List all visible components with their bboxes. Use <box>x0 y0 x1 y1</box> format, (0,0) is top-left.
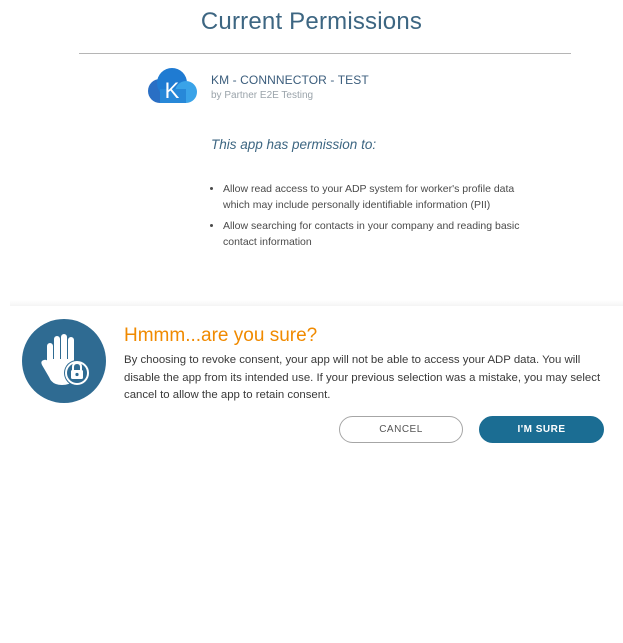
permission-item: Allow read access to your ADP system for… <box>223 181 523 213</box>
dialog-message: By choosing to revoke consent, your app … <box>124 354 601 401</box>
top-divider <box>79 53 571 54</box>
app-logo-icon: K <box>148 68 197 103</box>
app-name: KM - CONNNECTOR - TEST <box>211 73 369 87</box>
permissions-heading: This app has permission to: <box>211 137 377 152</box>
dialog-title: Hmmm...are you sure? <box>124 325 318 346</box>
page-title: Current Permissions <box>200 8 423 35</box>
im-sure-button[interactable]: I'M SURE <box>479 416 604 443</box>
permission-item: Allow searching for contacts in your com… <box>223 218 523 250</box>
cancel-button[interactable]: CANCEL <box>339 416 463 443</box>
logo-letter: K <box>165 78 180 103</box>
app-publisher: by Partner E2E Testing <box>211 90 314 101</box>
permissions-list: Allow read access to your ADP system for… <box>206 181 523 255</box>
hand-lock-icon <box>22 319 106 403</box>
